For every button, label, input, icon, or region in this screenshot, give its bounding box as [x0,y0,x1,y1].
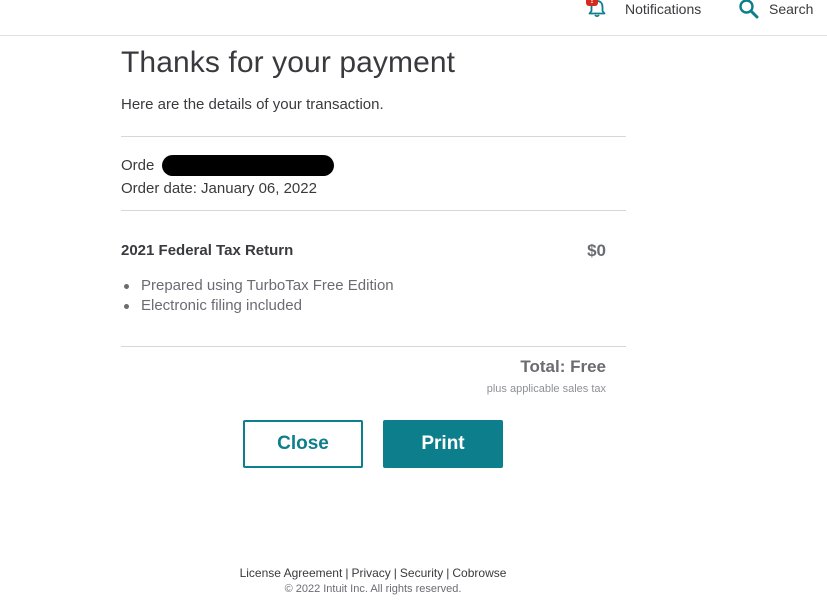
top-nav-bar: ! Notifications Search [0,0,827,36]
order-number-label: Orde [121,157,155,174]
footer-links: License Agreement | Privacy | Security | Cobro… [0,566,746,580]
close-button[interactable]: Close [243,420,363,468]
cobrowse-link[interactable]: Cobrowse [452,566,506,580]
order-total: Total: Free [520,357,606,376]
print-button[interactable]: Print [383,420,503,468]
product-features-list: Prepared using TurboTax Free Edition Ele… [121,276,394,316]
privacy-link[interactable]: Privacy [351,566,390,580]
notifications-label: Notifications [625,1,702,17]
list-item: Electronic filing included [121,296,394,316]
page-subtitle: Here are the details of your transaction… [121,96,384,113]
notifications-button[interactable]: ! Notifications [586,0,701,18]
product-price: $0 [587,241,606,260]
divider [121,346,626,347]
copyright: © 2022 Intuit Inc. All rights reserved. [284,583,462,595]
product-name: 2021 Federal Tax Return [121,242,294,259]
list-item: Prepared using TurboTax Free Edition [121,276,394,296]
redacted-order-number [162,155,334,176]
footer-separator: | [393,566,397,580]
tax-note: plus applicable sales tax [486,383,606,395]
order-date: Order date: January 06, 2022 [121,180,317,197]
divider [121,210,626,211]
notification-badge: ! [586,0,598,6]
security-link[interactable]: Security [400,566,443,580]
search-icon [739,0,759,19]
bell-icon: ! [586,0,608,18]
license-agreement-link[interactable]: License Agreement [240,566,343,580]
page-title: Thanks for your payment [121,46,456,79]
search-label: Search [769,1,814,17]
divider [121,136,626,137]
search-button[interactable]: Search [738,0,814,19]
